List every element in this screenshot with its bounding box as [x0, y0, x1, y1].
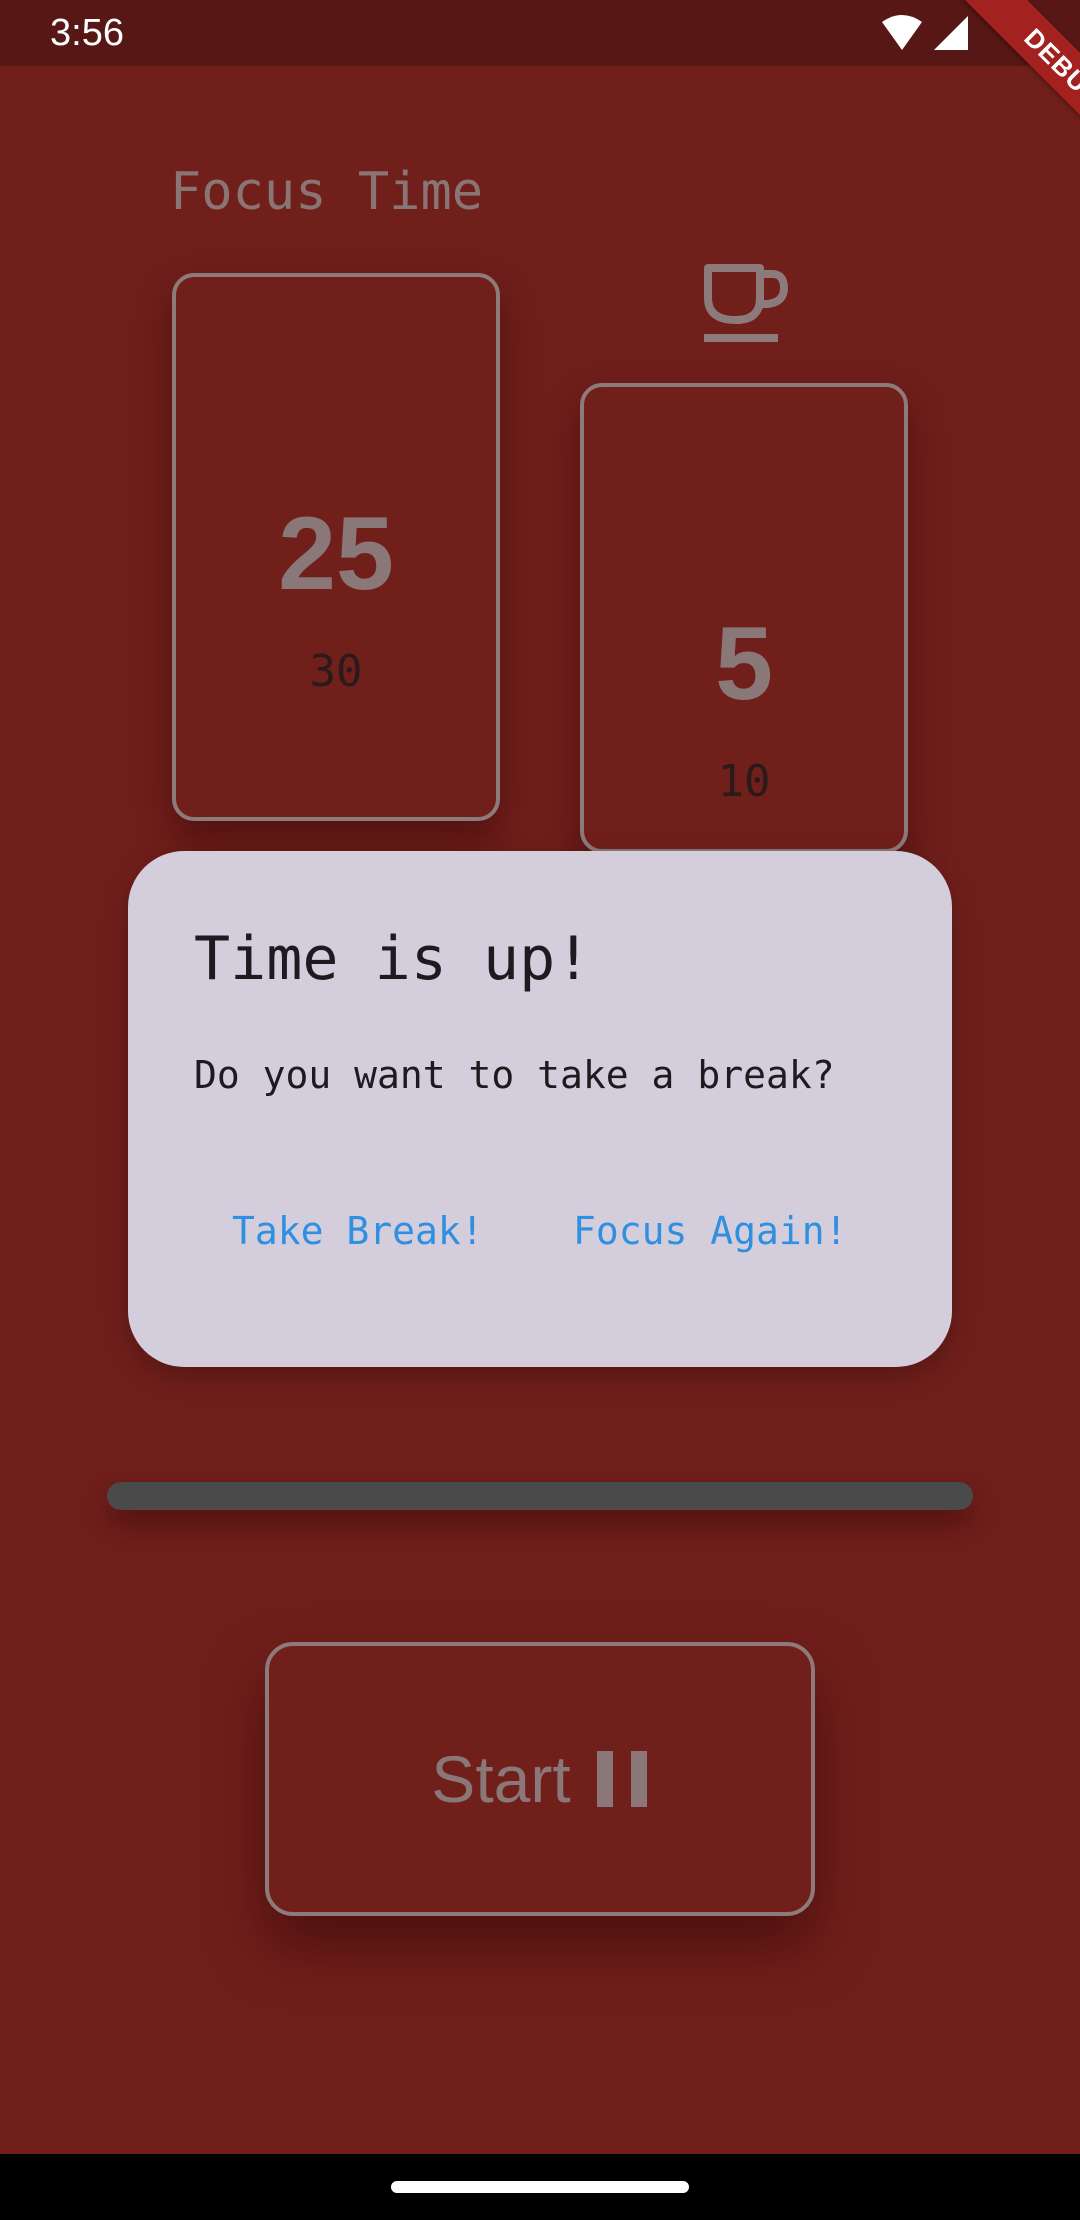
pomodoro-screen: 3:56 DEBUG Focus Time 25 30 5 10 Start T… [0, 0, 1080, 2220]
focus-duration-card[interactable]: 25 30 [172, 273, 500, 821]
progress-bar [107, 1482, 973, 1510]
focus-next-minutes: 30 [309, 646, 363, 697]
time-up-dialog: Time is up! Do you want to take a break?… [128, 851, 952, 1367]
status-time: 3:56 [50, 12, 124, 54]
break-duration-card[interactable]: 5 10 [580, 383, 908, 853]
take-break-button[interactable]: Take Break! [226, 1203, 490, 1259]
focus-minutes: 25 [278, 496, 394, 612]
start-button[interactable]: Start [265, 1642, 815, 1916]
home-indicator[interactable] [391, 2181, 689, 2193]
debug-banner: DEBUG [920, 0, 1080, 160]
status-bar: 3:56 [0, 0, 1080, 66]
wifi-icon [882, 15, 922, 50]
focus-time-label: Focus Time [170, 162, 484, 222]
debug-label: DEBUG [963, 0, 1080, 160]
coffee-cup-icon [704, 264, 788, 342]
start-label: Start [431, 1742, 571, 1816]
pause-icon [596, 1751, 647, 1807]
dialog-title: Time is up! [194, 924, 592, 994]
dialog-message: Do you want to take a break? [194, 1053, 835, 1097]
break-next-minutes: 10 [717, 756, 771, 807]
focus-again-button[interactable]: Focus Again! [567, 1203, 854, 1259]
break-minutes: 5 [715, 606, 773, 722]
